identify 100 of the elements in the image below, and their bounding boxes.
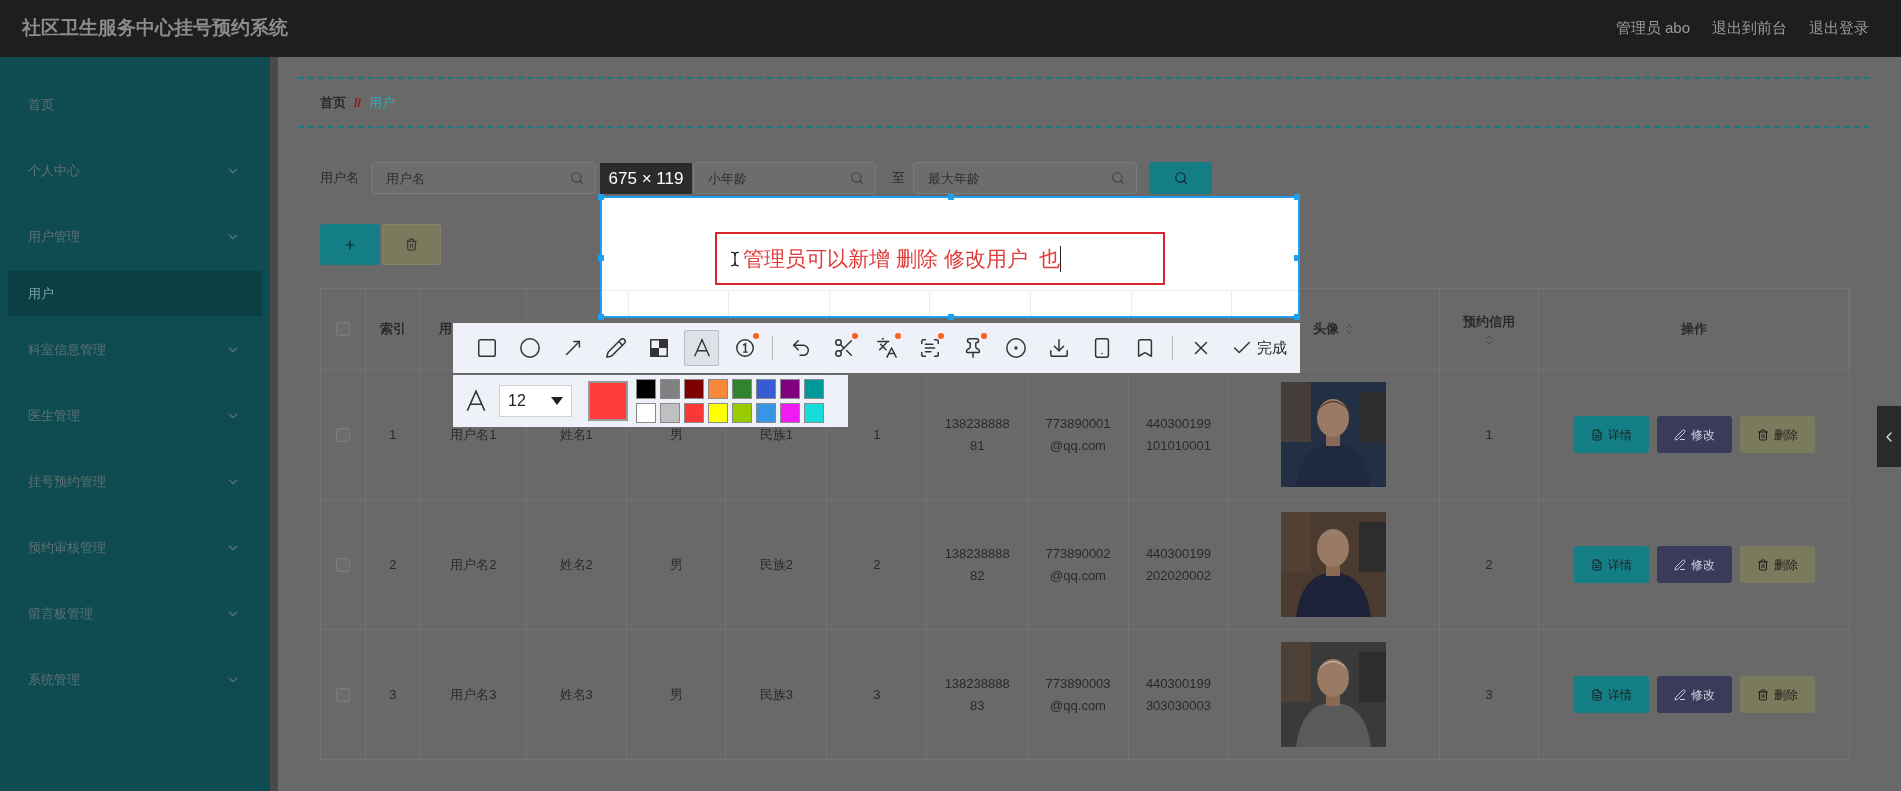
edit-button[interactable]: 修改 — [1656, 416, 1732, 453]
column-title: 索引 — [379, 320, 406, 339]
details-button[interactable]: 详情 — [1573, 546, 1649, 583]
color-swatch[interactable] — [636, 379, 656, 399]
font-size-select[interactable]: 12 — [499, 385, 572, 417]
color-swatch[interactable] — [804, 379, 824, 399]
breadcrumb-link[interactable]: 用户 — [369, 92, 396, 113]
sort-icon[interactable] — [1483, 333, 1495, 346]
search-field[interactable]: 最大年龄 — [913, 162, 1137, 194]
search-icon — [1173, 171, 1188, 185]
header-link[interactable]: 退出登录 — [1809, 17, 1869, 40]
resize-handle[interactable] — [1294, 314, 1300, 320]
table-cell-text: 440300199303030003 — [1145, 674, 1211, 715]
column-title: 操作 — [1680, 320, 1707, 339]
resize-handle[interactable] — [598, 194, 604, 200]
search-icon — [570, 171, 584, 185]
column-title: 预约信用 — [1463, 313, 1515, 332]
table-cell-text: 2 — [1485, 555, 1493, 574]
pen-icon — [1673, 688, 1686, 701]
column-header[interactable]: 预约信用 — [1439, 289, 1540, 369]
current-color-swatch[interactable] — [588, 381, 628, 421]
sidebar-item[interactable]: 科室信息管理 — [0, 317, 270, 383]
color-swatch[interactable] — [708, 379, 728, 399]
edit-button[interactable]: 修改 — [1656, 676, 1732, 713]
resize-handle[interactable] — [598, 314, 604, 320]
text-annotation-box[interactable]: 管理员可以新增 删除 修改用户 也 — [715, 232, 1165, 285]
table-cell-text: 姓名2 — [559, 555, 593, 574]
color-swatch[interactable] — [636, 403, 656, 423]
sidebar-item[interactable]: 系统管理 — [0, 647, 270, 713]
color-swatch[interactable] — [780, 379, 800, 399]
tool-button[interactable] — [684, 330, 719, 366]
breadcrumb-separator: // — [354, 93, 362, 112]
table-cell-text: 姓名3 — [559, 685, 593, 704]
search-field[interactable]: 小年龄 — [693, 162, 876, 194]
selection-size-label: 675 × 119 — [600, 163, 692, 194]
table-cell-text: 民族1 — [759, 425, 793, 444]
trash-icon — [405, 238, 418, 251]
color-swatch[interactable] — [732, 379, 752, 399]
search-icon — [1111, 171, 1125, 185]
breadcrumb-link[interactable]: 首页 — [320, 92, 346, 113]
delete-button[interactable] — [382, 224, 441, 265]
sidebar-item[interactable]: 留言板管理 — [0, 581, 270, 647]
color-swatch[interactable] — [780, 403, 800, 423]
color-swatch[interactable] — [756, 379, 776, 399]
header-link[interactable]: 退出到前台 — [1712, 17, 1787, 40]
header-link[interactable]: 管理员 abo — [1615, 17, 1690, 40]
table-cell-text: 773890003@qq.com — [1045, 674, 1111, 715]
sidebar-item[interactable]: 用户 — [8, 271, 262, 316]
sidebar-item[interactable]: 预约审核管理 — [0, 515, 270, 581]
sidebar-item[interactable]: 用户管理 — [0, 204, 270, 270]
document-icon — [1590, 428, 1603, 441]
table-cell-text: 男 — [669, 425, 683, 444]
side-panel-tab[interactable] — [1877, 406, 1901, 467]
sidebar-item[interactable]: 挂号预约管理 — [0, 449, 270, 515]
color-swatch[interactable] — [732, 403, 752, 423]
delete-button[interactable]: 删除 — [1739, 416, 1815, 453]
delete-button[interactable]: 删除 — [1739, 546, 1815, 583]
pen-icon — [1673, 558, 1686, 571]
resize-handle[interactable] — [948, 194, 954, 200]
table-cell-text: 男 — [669, 555, 683, 574]
resize-handle[interactable] — [598, 255, 604, 261]
color-swatch[interactable] — [684, 379, 704, 399]
details-button[interactable]: 详情 — [1573, 416, 1649, 453]
resize-handle[interactable] — [948, 314, 954, 320]
document-icon — [1590, 558, 1603, 571]
scissors-icon — [832, 337, 855, 359]
search-field[interactable]: 用户名 — [371, 162, 596, 194]
table-cell-text: 民族3 — [759, 685, 793, 704]
color-swatch[interactable] — [708, 403, 728, 423]
annotation-text: 管理员可以新增 删除 修改用户 也 — [743, 245, 1061, 272]
table-cell-text: 1 — [1485, 425, 1493, 444]
delete-button[interactable]: 删除 — [1739, 676, 1815, 713]
column-title: 头像 — [1312, 320, 1339, 339]
add-button[interactable] — [320, 224, 380, 265]
edit-button[interactable]: 修改 — [1656, 546, 1732, 583]
sidebar-item[interactable]: 医生管理 — [0, 383, 270, 449]
scan-text-icon — [918, 337, 941, 359]
field-label: 至 — [892, 169, 905, 188]
table-cell-text: 3 — [1485, 685, 1493, 704]
table-cell-text: 773890002@qq.com — [1045, 544, 1111, 585]
sidebar-item[interactable]: 个人中心 — [0, 138, 270, 204]
color-swatch[interactable] — [684, 403, 704, 423]
color-swatch[interactable] — [660, 403, 680, 423]
record-icon — [1004, 337, 1027, 359]
download-icon — [1047, 337, 1070, 359]
color-swatch[interactable] — [660, 379, 680, 399]
resize-handle[interactable] — [1294, 255, 1300, 261]
table-cell-text: 13823888882 — [944, 544, 1010, 585]
table-cell-text: 用户名3 — [450, 685, 497, 704]
details-button[interactable]: 详情 — [1573, 676, 1649, 713]
color-swatch[interactable] — [756, 403, 776, 423]
table-cell-text: 440300199101010001 — [1145, 414, 1211, 455]
sidebar-item[interactable]: 首页 — [0, 72, 270, 138]
search-button[interactable] — [1149, 162, 1212, 194]
trash-icon — [1756, 688, 1769, 701]
rectangle-icon — [475, 337, 498, 359]
table-cell-text: 773890001@qq.com — [1045, 414, 1111, 455]
resize-handle[interactable] — [1294, 194, 1300, 200]
done-button[interactable]: 完成 — [1226, 330, 1292, 366]
color-swatch[interactable] — [804, 403, 824, 423]
